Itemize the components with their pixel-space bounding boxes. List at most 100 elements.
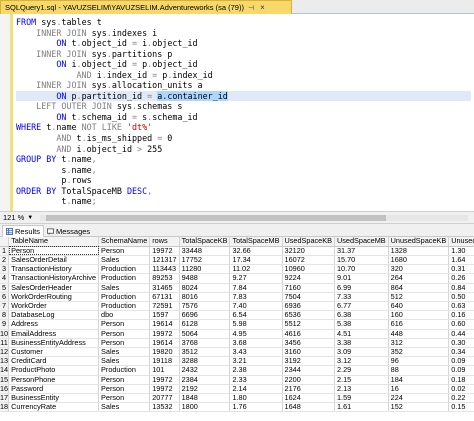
table-cell[interactable]: 0.16 — [448, 310, 474, 321]
code-line[interactable]: ON p.partition_id = a.container_id — [16, 90, 471, 102]
table-cell[interactable]: Person — [98, 319, 151, 330]
pin-icon[interactable]: ⊣ — [248, 4, 254, 12]
table-cell[interactable]: 2432 — [179, 365, 231, 376]
column-header[interactable]: SchemaName — [98, 237, 151, 247]
table-cell[interactable]: 6536 — [282, 310, 335, 321]
row-number[interactable]: 5 — [0, 283, 10, 293]
table-cell[interactable]: 20777 — [149, 393, 180, 404]
table-cell[interactable]: 2192 — [179, 384, 231, 394]
table-cell[interactable]: Production — [98, 264, 151, 275]
table-cell[interactable]: 6.38 — [334, 310, 389, 321]
table-cell[interactable]: 101 — [149, 365, 180, 376]
table-cell[interactable]: 224 — [388, 393, 450, 404]
table-cell[interactable]: 448 — [388, 329, 450, 339]
table-cell[interactable]: 6696 — [179, 310, 231, 321]
table-cell[interactable]: Password — [8, 384, 100, 394]
grid-corner[interactable] — [0, 237, 10, 247]
code-line[interactable]: ON i.object_id = p.object_id — [16, 59, 471, 70]
table-cell[interactable]: 13532 — [149, 402, 180, 413]
table-cell[interactable]: 1848 — [179, 393, 231, 404]
table-cell[interactable]: Person — [98, 246, 151, 256]
table-cell[interactable]: 3768 — [179, 338, 231, 348]
table-cell[interactable]: 2.33 — [229, 375, 283, 385]
column-header[interactable]: UnusedSpaceKB — [388, 237, 450, 247]
column-header[interactable]: TableName — [8, 237, 100, 247]
code-line[interactable]: AND i.object_id > 255 — [16, 144, 471, 155]
table-cell[interactable]: 19118 — [149, 356, 180, 367]
table-cell[interactable]: 6.77 — [334, 301, 389, 312]
row-number[interactable]: 2 — [0, 255, 10, 266]
table-cell[interactable]: 9.01 — [334, 273, 389, 284]
table-cell[interactable]: 0.09 — [448, 356, 474, 367]
table-cell[interactable]: 11.02 — [229, 264, 283, 275]
table-cell[interactable]: 864 — [388, 283, 450, 293]
code-line[interactable]: s.name, — [16, 165, 471, 176]
table-cell[interactable]: 1.59 — [334, 393, 389, 404]
code-line[interactable]: ON t.object_id = i.object_id — [16, 38, 471, 49]
table-cell[interactable]: 312 — [388, 338, 450, 348]
column-header[interactable]: UsedSpaceKB — [282, 237, 335, 247]
row-number[interactable]: 13 — [0, 356, 10, 367]
row-number[interactable]: 9 — [0, 319, 10, 330]
row-number[interactable]: 12 — [0, 347, 10, 358]
table-cell[interactable]: 320 — [388, 264, 450, 275]
table-cell[interactable]: 184 — [388, 375, 450, 385]
table-cell[interactable]: 33448 — [179, 246, 231, 256]
row-number[interactable]: 18 — [0, 402, 10, 413]
table-cell[interactable]: Production — [98, 365, 151, 376]
table-cell[interactable]: TransactionHistory — [8, 264, 100, 275]
zoom-dropdown[interactable]: 121 % ▼ — [3, 213, 33, 222]
table-cell[interactable]: 16 — [388, 384, 450, 394]
table-row[interactable]: 16 Password Person 19972 2192 2.14 2176 2.13 16 0… — [0, 384, 474, 394]
table-cell[interactable]: 2344 — [282, 365, 335, 376]
table-cell[interactable]: 19820 — [149, 347, 180, 358]
table-cell[interactable]: 352 — [388, 347, 450, 358]
table-cell[interactable]: 4616 — [282, 329, 335, 339]
table-cell[interactable]: 264 — [388, 273, 450, 284]
table-cell[interactable]: 19614 — [149, 338, 180, 348]
table-cell[interactable]: Production — [98, 292, 151, 302]
table-cell[interactable]: 15.70 — [334, 255, 389, 266]
table-cell[interactable]: 7.40 — [229, 301, 283, 312]
table-cell[interactable]: 0.22 — [448, 393, 474, 404]
table-cell[interactable]: 2.38 — [229, 365, 283, 376]
table-cell[interactable]: 1648 — [282, 402, 335, 413]
table-cell[interactable]: 0.15 — [448, 402, 474, 413]
row-number[interactable]: 8 — [0, 310, 10, 321]
code-line[interactable]: LEFT OUTER JOIN sys.schemas s — [16, 101, 471, 112]
table-cell[interactable]: 0.60 — [448, 319, 474, 330]
table-cell[interactable]: 1328 — [388, 246, 450, 256]
column-header[interactable]: TotalSpaceMB — [229, 237, 283, 247]
table-cell[interactable]: 5.38 — [334, 319, 389, 330]
row-number[interactable]: 17 — [0, 393, 10, 404]
table-cell[interactable]: 0.84 — [448, 283, 474, 293]
table-cell[interactable]: 2200 — [282, 375, 335, 385]
table-cell[interactable]: Production — [98, 273, 151, 284]
table-cell[interactable]: 10.70 — [334, 264, 389, 275]
table-cell[interactable]: 0.63 — [448, 301, 474, 312]
table-cell[interactable]: 2.13 — [334, 384, 389, 394]
table-cell[interactable]: TransactionHistoryArchive — [8, 273, 100, 284]
table-cell[interactable]: 7576 — [179, 301, 231, 312]
table-cell[interactable]: 4.51 — [334, 329, 389, 339]
table-cell[interactable]: 1.61 — [334, 402, 389, 413]
table-cell[interactable]: EmailAddress — [8, 329, 100, 339]
table-cell[interactable]: 1800 — [179, 402, 231, 413]
table-cell[interactable]: 0.34 — [448, 347, 474, 358]
table-cell[interactable]: 0.50 — [448, 292, 474, 302]
table-cell[interactable]: 31.37 — [334, 246, 389, 256]
code-line[interactable]: t.name; — [16, 196, 471, 207]
code-line[interactable]: GROUP BY t.name, — [16, 154, 471, 165]
table-cell[interactable]: 3.68 — [229, 338, 283, 348]
table-cell[interactable]: 7.83 — [229, 292, 283, 302]
table-row[interactable]: 6 WorkOrderRouting Production 67131 8016 7.83… — [0, 292, 474, 302]
row-number[interactable]: 16 — [0, 384, 10, 394]
table-cell[interactable]: 11280 — [179, 264, 231, 275]
table-cell[interactable]: 0.09 — [448, 365, 474, 376]
table-cell[interactable]: 3512 — [179, 347, 231, 358]
table-cell[interactable]: 3192 — [282, 356, 335, 367]
row-number[interactable]: 7 — [0, 301, 10, 312]
table-cell[interactable]: DatabaseLog — [8, 310, 100, 321]
table-cell[interactable]: 3456 — [282, 338, 335, 348]
table-row[interactable]: 17 BusinessEntity Person 20777 1848 1.80 1624 1… — [0, 393, 474, 404]
